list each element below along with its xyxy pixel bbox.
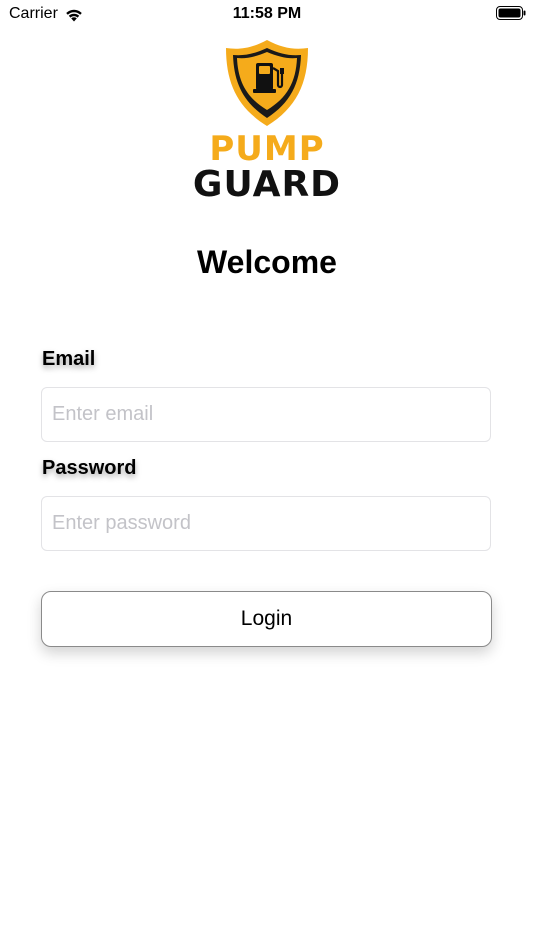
shield-fuel-pump-icon — [226, 40, 308, 126]
login-button[interactable]: Login — [41, 591, 492, 647]
password-field[interactable] — [41, 496, 491, 551]
battery-icon — [496, 6, 526, 20]
clock: 11:58 PM — [232, 5, 302, 22]
app-logo: PUMP GUARD — [0, 38, 534, 204]
password-label: Password — [42, 457, 137, 479]
status-bar: Carrier 11:58 PM — [0, 0, 534, 28]
brand-name-top: PUMP — [209, 129, 325, 169]
email-field[interactable] — [41, 387, 491, 442]
email-label: Email — [42, 348, 96, 370]
brand-name-bottom: GUARD — [192, 164, 342, 205]
page-title: Welcome — [197, 244, 337, 280]
